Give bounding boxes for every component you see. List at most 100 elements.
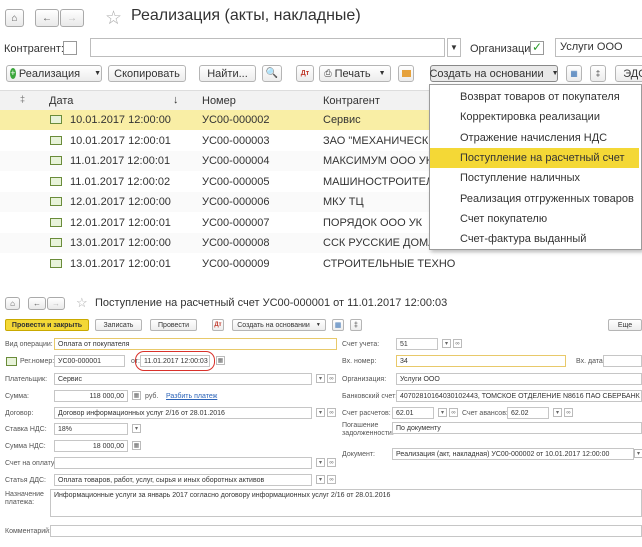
- bank-account-label: Банковский счет:: [342, 393, 398, 400]
- attach-button[interactable]: ‡: [590, 65, 606, 82]
- home-button[interactable]: ⌂: [5, 9, 24, 27]
- column-date[interactable]: Дата: [49, 95, 73, 107]
- operation-label: Вид операции:: [5, 341, 53, 348]
- payer-open[interactable]: ∞: [327, 374, 336, 383]
- dt-kt-button[interactable]: Дт: [296, 65, 314, 82]
- advance-account-input[interactable]: 62.02: [507, 407, 549, 419]
- debt-select[interactable]: По документу: [392, 422, 642, 434]
- back-button-2[interactable]: ←: [28, 297, 46, 310]
- sum-input[interactable]: 118 000,00: [54, 390, 128, 402]
- calculator-button[interactable]: ▦: [132, 391, 141, 400]
- in-number-input[interactable]: 34: [396, 355, 566, 367]
- menu-item[interactable]: Поступление на расчетный счет: [430, 147, 639, 168]
- realization-button[interactable]: + Реализация ▼: [6, 65, 102, 82]
- calc-account-dropdown[interactable]: ▾: [438, 408, 447, 417]
- print-button[interactable]: ⎙ Печать ▼: [319, 65, 391, 82]
- split-payment-link[interactable]: Разбить платеж: [166, 393, 217, 400]
- chevron-down-icon: ▼: [378, 70, 386, 77]
- invoice-dropdown[interactable]: ▾: [316, 458, 325, 467]
- dds-open[interactable]: ∞: [327, 475, 336, 484]
- organization-checkbox[interactable]: ✓: [530, 41, 544, 55]
- attach-button-2[interactable]: ‡: [350, 319, 362, 331]
- post-button[interactable]: Провести: [150, 319, 197, 331]
- calc-account-input[interactable]: 62.01: [392, 407, 434, 419]
- row-number: УС00-000005: [202, 175, 270, 188]
- reg-number-input[interactable]: УС00-000001: [54, 355, 125, 367]
- in-date-input[interactable]: [603, 355, 642, 367]
- account-label: Счет учета:: [342, 341, 380, 348]
- contract-open[interactable]: ∞: [327, 408, 336, 417]
- invoice-open[interactable]: ∞: [327, 458, 336, 467]
- copy-button[interactable]: Скопировать: [108, 65, 186, 82]
- calc-account-open[interactable]: ∞: [449, 408, 458, 417]
- vat-sum-input[interactable]: 18 000,00: [54, 440, 128, 452]
- favorite-star-icon[interactable]: ☆: [105, 7, 122, 30]
- vat-rate-select[interactable]: 18%: [54, 423, 128, 435]
- forward-button-2[interactable]: →: [47, 297, 65, 310]
- vat-rate-dropdown[interactable]: ▾: [132, 424, 141, 433]
- kontragent-input[interactable]: [90, 38, 445, 57]
- kontragent-dropdown-button[interactable]: ▼: [447, 38, 461, 57]
- column-number[interactable]: Номер: [202, 95, 236, 107]
- in-number-label: Вх. номер:: [342, 358, 377, 365]
- advance-account-open[interactable]: ∞: [564, 408, 573, 417]
- payer-dropdown[interactable]: ▾: [316, 374, 325, 383]
- dds-dropdown[interactable]: ▾: [316, 475, 325, 484]
- report-button[interactable]: [398, 65, 414, 82]
- find-button[interactable]: Найти...: [199, 65, 256, 82]
- organization-input-2[interactable]: Услуги ООО: [396, 373, 642, 385]
- payer-input[interactable]: Сервис: [54, 373, 312, 385]
- edo-button[interactable]: ЭДО: [615, 65, 642, 82]
- date-highlight-oval: [135, 351, 215, 371]
- menu-item[interactable]: Корректировка реализации: [430, 107, 639, 127]
- organization-input[interactable]: Услуги ООО: [555, 38, 642, 57]
- account-open[interactable]: ∞: [453, 339, 462, 348]
- document-dropdown[interactable]: ▾: [634, 449, 642, 458]
- vat-rate-label: Ставка НДС:: [5, 426, 47, 433]
- document-input[interactable]: Реализация (акт, накладная) УС00-000002 …: [392, 448, 634, 460]
- menu-item[interactable]: Реализация отгруженных товаров: [430, 189, 639, 209]
- cancel-search-button[interactable]: 🔍: [262, 65, 282, 82]
- create-based-button-2[interactable]: Создать на основании ▼: [232, 319, 326, 331]
- add-icon: +: [10, 68, 16, 79]
- menu-item[interactable]: Поступление наличных: [430, 168, 639, 188]
- bank-account-input[interactable]: 40702810164030102443, ТОМСКОЕ ОТДЕЛЕНИЕ …: [396, 390, 642, 402]
- comment-input[interactable]: [50, 525, 642, 537]
- table-row[interactable]: 13.01.2017 12:00:01 УС00-000009 СТРОИТЕЛЬН…: [0, 254, 642, 274]
- calendar-button[interactable]: ▦: [216, 356, 225, 365]
- menu-item[interactable]: Возврат товаров от покупателя: [430, 87, 639, 107]
- contract-input[interactable]: Договор информационных услуг 2/16 от 28.…: [54, 407, 312, 419]
- kontragent-label: Контрагент:: [4, 43, 64, 55]
- operation-select[interactable]: Оплата от покупателя: [54, 338, 337, 350]
- favorite-star-icon[interactable]: ☆: [76, 295, 88, 311]
- forward-button[interactable]: →: [60, 9, 84, 27]
- dt-kt-button-2[interactable]: Дт: [212, 319, 224, 331]
- create-based-label: Создать на основании: [237, 321, 310, 329]
- advance-account-dropdown[interactable]: ▾: [553, 408, 562, 417]
- menu-item[interactable]: Отражение начисления НДС: [430, 128, 639, 148]
- menu-item[interactable]: Счет-фактура выданный: [430, 229, 639, 249]
- chevron-down-icon: ▼: [315, 322, 321, 328]
- more-button[interactable]: Еще: [608, 319, 642, 331]
- structure-button[interactable]: ▦: [566, 65, 582, 82]
- create-based-button[interactable]: Создать на основании ▼: [429, 65, 559, 82]
- account-dropdown[interactable]: ▾: [442, 339, 451, 348]
- post-and-close-button[interactable]: Провести и закрыть: [5, 319, 89, 331]
- structure-button-2[interactable]: ▦: [332, 319, 344, 331]
- column-kontragent[interactable]: Контрагент: [323, 95, 380, 107]
- vat-calculator-button[interactable]: ▦: [132, 441, 141, 450]
- dds-input[interactable]: Оплата товаров, работ, услуг, сырья и ин…: [54, 474, 312, 486]
- page-title: Реализация (акты, накладные): [131, 7, 361, 24]
- row-date: 13.01.2017 12:00:01: [70, 257, 171, 270]
- home-button-2[interactable]: ⌂: [5, 297, 20, 310]
- account-input[interactable]: 51: [396, 338, 438, 350]
- invoice-input[interactable]: [54, 457, 312, 469]
- save-button[interactable]: Записать: [95, 319, 142, 331]
- back-button[interactable]: ←: [35, 9, 59, 27]
- document-label: Документ:: [342, 451, 375, 458]
- document-icon: [50, 238, 62, 247]
- menu-item[interactable]: Счет покупателю: [430, 209, 639, 229]
- purpose-textarea[interactable]: Информационные услуги за январь 2017 сог…: [50, 489, 642, 517]
- contract-dropdown[interactable]: ▾: [316, 408, 325, 417]
- kontragent-checkbox[interactable]: [63, 41, 77, 55]
